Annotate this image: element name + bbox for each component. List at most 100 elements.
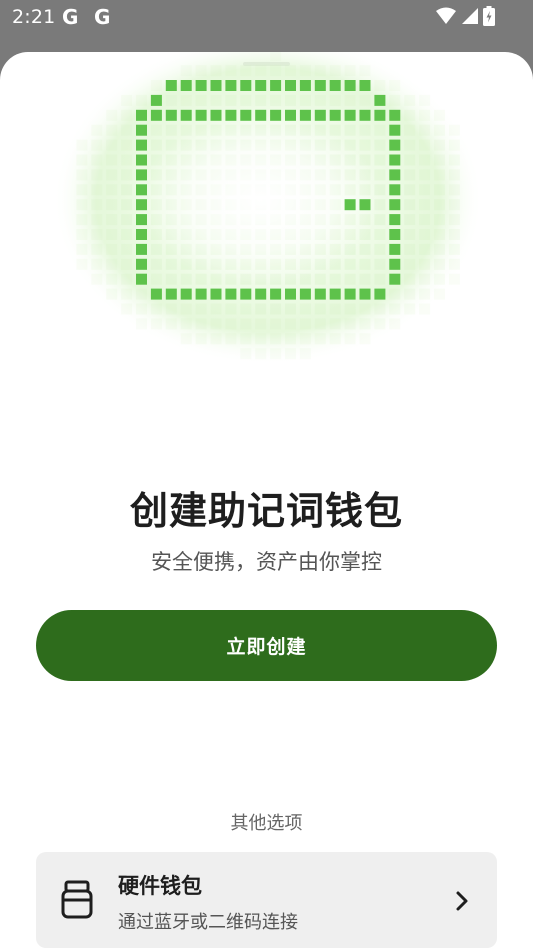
bg-pixel [121, 243, 133, 255]
bg-pixel [374, 124, 386, 136]
bg-pixel [448, 154, 460, 166]
status-bar: 2:21 G G [0, 0, 533, 36]
bg-pixel [76, 139, 88, 151]
bg-pixel [150, 139, 162, 151]
signal-icon [462, 8, 478, 24]
bg-pixel [374, 243, 386, 255]
wallet-pixel [240, 80, 252, 91]
bg-pixel [150, 258, 162, 270]
wallet-pixel [374, 288, 386, 300]
bg-pixel [255, 318, 267, 330]
wallet-pixel [165, 80, 177, 91]
bg-pixel [419, 214, 431, 226]
wallet-pixel [374, 109, 386, 121]
bg-pixel [270, 65, 282, 77]
bg-pixel [225, 94, 237, 106]
wallet-pixel [136, 184, 147, 196]
bg-pixel [165, 303, 177, 315]
status-time: 2:21 [12, 6, 56, 28]
bottom-sheet: 创建助记词钱包 安全便携，资产由你掌控 立即创建 其他选项 硬件钱包 通过蓝牙或… [0, 52, 533, 948]
wallet-pixel [299, 288, 311, 300]
bg-pixel [76, 229, 88, 240]
bg-pixel [91, 124, 103, 136]
bg-pixel [434, 199, 445, 211]
bg-pixel [404, 303, 416, 315]
bg-pixel [404, 243, 416, 255]
wallet-pixel [359, 109, 371, 121]
wallet-pixel [389, 139, 401, 151]
bg-pixel [121, 258, 133, 270]
bg-pixel [434, 273, 445, 285]
wallet-pixel [389, 184, 401, 196]
bg-pixel [150, 318, 162, 330]
bg-pixel [344, 258, 356, 270]
wallet-pixel [225, 288, 237, 300]
bg-pixel [210, 303, 222, 315]
wallet-pixel [210, 288, 222, 300]
wallet-pixel [314, 109, 326, 121]
bg-pixel [359, 65, 371, 77]
bg-pixel [210, 333, 222, 345]
create-wallet-button[interactable]: 立即创建 [36, 610, 497, 681]
wallet-pixel [389, 229, 401, 240]
bg-pixel [434, 258, 445, 270]
bg-pixel [150, 80, 162, 91]
bg-pixel [76, 169, 88, 181]
bg-pixel [434, 124, 445, 136]
bg-pixel [389, 80, 401, 91]
bg-pixel [195, 303, 207, 315]
wallet-pixel [136, 139, 147, 151]
bg-pixel [434, 139, 445, 151]
wallet-pixel [329, 109, 341, 121]
wallet-pixel [314, 80, 326, 91]
bg-pixel [374, 273, 386, 285]
bg-pixel [404, 169, 416, 181]
wallet-pixel [195, 109, 207, 121]
bg-pixel [419, 184, 431, 196]
bg-pixel [299, 318, 311, 330]
wallet-pixel [136, 273, 147, 285]
bg-pixel [374, 258, 386, 270]
bg-pixel [150, 303, 162, 315]
bg-pixel [136, 303, 147, 315]
bg-pixel [434, 243, 445, 255]
wallet-pixel [210, 80, 222, 91]
bg-pixel [314, 303, 326, 315]
wallet-pixel [150, 94, 162, 106]
bg-pixel [136, 288, 147, 300]
bg-pixel [389, 303, 401, 315]
wallet-pixel [210, 109, 222, 121]
bg-pixel [91, 214, 103, 226]
bg-pixel [106, 199, 118, 211]
bg-pixel [106, 273, 118, 285]
bg-pixel [448, 273, 460, 285]
wallet-pixel [359, 80, 371, 91]
bg-pixel [419, 273, 431, 285]
bg-pixel [374, 139, 386, 151]
bg-pixel [270, 318, 282, 330]
bg-pixel [121, 154, 133, 166]
bg-pixel [106, 214, 118, 226]
bg-pixel [180, 273, 192, 285]
battery-charging-icon [483, 6, 495, 26]
bg-pixel [419, 229, 431, 240]
bg-pixel [404, 229, 416, 240]
wallet-pixel [136, 169, 147, 181]
wallet-pixel [299, 109, 311, 121]
bg-pixel [121, 169, 133, 181]
bg-pixel [255, 333, 267, 345]
bg-pixel [91, 258, 103, 270]
bg-pixel [106, 124, 118, 136]
wifi-icon [436, 7, 456, 24]
hardware-wallet-title: 硬件钱包 [118, 874, 202, 898]
pixel-wallet-illustration [53, 52, 483, 365]
other-options-label: 其他选项 [230, 813, 303, 834]
bg-pixel [106, 229, 118, 240]
bg-pixel [374, 318, 386, 330]
wallet-pixel [270, 80, 282, 91]
bg-pixel [106, 169, 118, 181]
hardware-wallet-option[interactable]: 硬件钱包 通过蓝牙或二维码连接 [36, 852, 497, 948]
wallet-pixel [136, 124, 147, 136]
bg-pixel [91, 139, 103, 151]
bg-pixel [121, 273, 133, 285]
